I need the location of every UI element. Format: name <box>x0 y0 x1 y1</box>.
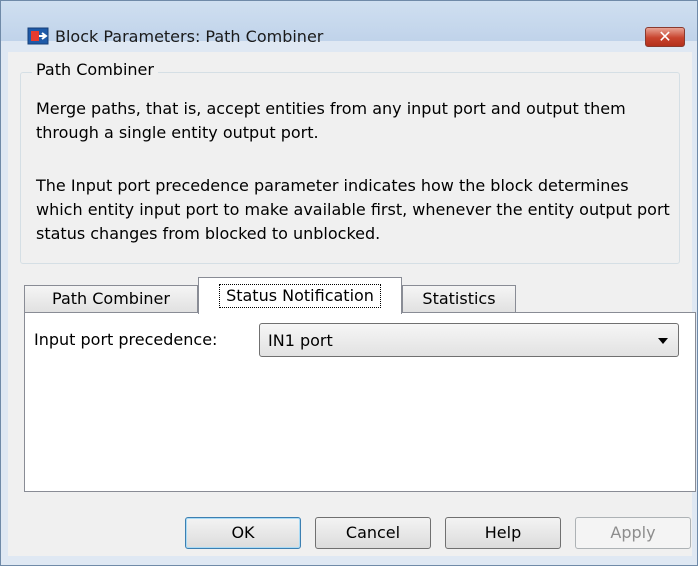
tab-statistics[interactable]: Statistics <box>402 285 516 313</box>
input-port-precedence-dropdown[interactable]: IN1 port <box>259 323 679 357</box>
tab-path-combiner[interactable]: Path Combiner <box>24 285 198 313</box>
tab-status-notification-label: Status Notification <box>219 284 381 308</box>
title-bar[interactable]: Block Parameters: Path Combiner ✕ <box>1 1 697 47</box>
help-button[interactable]: Help <box>445 517 561 549</box>
description-paragraph-1: Merge paths, that is, accept entities fr… <box>36 99 626 142</box>
cancel-button[interactable]: Cancel <box>315 517 431 549</box>
simulink-block-icon <box>27 27 49 45</box>
window-title: Block Parameters: Path Combiner <box>55 27 324 46</box>
close-icon: ✕ <box>658 27 672 46</box>
chevron-down-icon <box>658 338 668 344</box>
dropdown-selected-value: IN1 port <box>268 331 333 350</box>
groupbox-title: Path Combiner <box>32 60 158 79</box>
description-paragraph-2: The Input port precedence parameter indi… <box>36 176 670 243</box>
input-port-precedence-label: Input port precedence: <box>34 330 218 349</box>
tab-status-notification[interactable]: Status Notification <box>198 277 402 314</box>
close-button[interactable]: ✕ <box>645 27 685 47</box>
apply-button[interactable]: Apply <box>575 517 691 549</box>
ok-button[interactable]: OK <box>185 517 301 549</box>
